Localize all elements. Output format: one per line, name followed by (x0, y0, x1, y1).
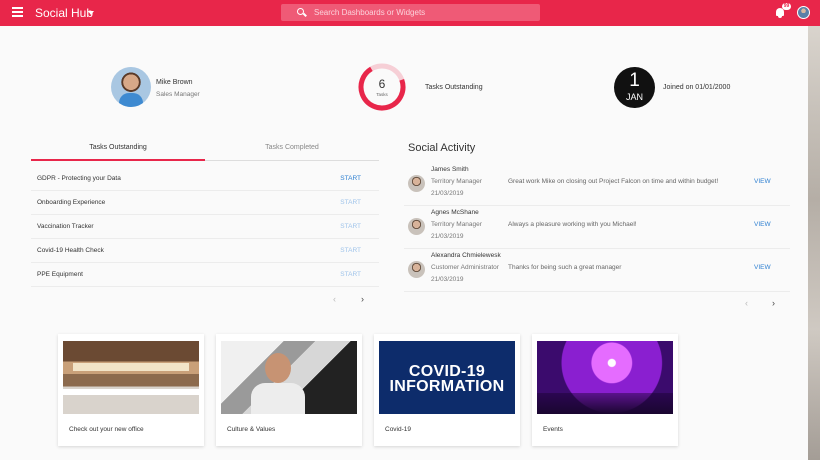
task-row: Vaccination Tracker START (31, 215, 379, 239)
tasks-outstanding-caption: Tasks Outstanding (425, 84, 483, 91)
activity-date: 21/03/2019 (431, 276, 464, 283)
activity-role: Territory Manager (431, 178, 482, 185)
activity-role: Customer Administrator (431, 264, 499, 271)
join-day: 1 (629, 70, 640, 91)
search-input[interactable] (314, 5, 534, 20)
activity-view-button[interactable]: VIEW (754, 221, 771, 228)
profile-avatar (111, 67, 151, 107)
activity-item: Alexandra Chmielewesk Customer Administr… (404, 249, 790, 292)
activity-date: 21/03/2019 (431, 190, 464, 197)
card-label: Culture & Values (227, 426, 276, 433)
card-new-office[interactable]: Check out your new office (58, 334, 204, 446)
hamburger-menu-icon[interactable] (12, 7, 23, 18)
profile-role: Sales Manager (156, 91, 200, 98)
task-start-button[interactable]: START (340, 223, 361, 230)
activity-date: 21/03/2019 (431, 233, 464, 240)
card-label: Check out your new office (69, 426, 144, 433)
card-label: Events (543, 426, 563, 433)
activity-item: Agnes McShane Territory Manager 21/03/20… (404, 206, 790, 249)
user-avatar[interactable] (797, 6, 810, 19)
task-name: PPE Equipment (37, 271, 83, 278)
activity-name: James Smith (431, 166, 469, 173)
activity-view-button[interactable]: VIEW (754, 264, 771, 271)
activity-role: Territory Manager (431, 221, 482, 228)
tab-tasks-outstanding[interactable]: Tasks Outstanding (31, 141, 205, 161)
search-bar[interactable] (281, 4, 540, 21)
activity-message: Great work Mike on closing out Project F… (508, 178, 719, 185)
task-row: GDPR - Protecting your Data START (31, 167, 379, 191)
joined-text: Joined on 01/01/2000 (663, 84, 731, 91)
top-app-bar: Social Hub 99 (0, 0, 820, 26)
task-name: Onboarding Experience (37, 199, 106, 206)
social-activity-title: Social Activity (408, 142, 476, 154)
activity-avatar (408, 218, 425, 235)
task-start-button[interactable]: START (340, 199, 361, 206)
notification-badge: 99 (782, 3, 791, 10)
office-image (63, 341, 199, 414)
activity-prev-page-icon[interactable]: ‹ (745, 298, 748, 308)
activity-item: James Smith Territory Manager 21/03/2019… (404, 163, 790, 206)
activity-avatar (408, 261, 425, 278)
task-name: Vaccination Tracker (37, 223, 94, 230)
activity-name: Agnes McShane (431, 209, 479, 216)
join-month: JAN (625, 92, 643, 102)
task-row: Onboarding Experience START (31, 191, 379, 215)
activity-avatar (408, 175, 425, 192)
search-icon (297, 8, 304, 15)
task-row: PPE Equipment START (31, 263, 379, 287)
card-culture-values[interactable]: Culture & Values (216, 334, 362, 446)
tab-tasks-completed[interactable]: Tasks Completed (205, 141, 379, 161)
activity-message: Always a pleasure working with you Micha… (508, 221, 637, 228)
card-events[interactable]: Events (532, 334, 678, 446)
task-start-button[interactable]: START (340, 175, 361, 182)
background-edge (808, 26, 820, 460)
tasks-prev-page-icon[interactable]: ‹ (333, 294, 336, 304)
task-start-button[interactable]: START (340, 271, 361, 278)
tasks-next-page-icon[interactable]: › (361, 294, 364, 304)
profile-name: Mike Brown (156, 79, 193, 86)
card-covid-19[interactable]: COVID-19 INFORMATION Covid-19 (374, 334, 520, 446)
tasks-count: 6 (378, 77, 386, 91)
app-title[interactable]: Social Hub (35, 6, 93, 20)
task-row: Covid-19 Health Check START (31, 239, 379, 263)
activity-view-button[interactable]: VIEW (754, 178, 771, 185)
activity-name: Alexandra Chmielewesk (431, 252, 501, 259)
activity-message: Thanks for being such a great manager (508, 264, 622, 271)
task-start-button[interactable]: START (340, 247, 361, 254)
covid-image: COVID-19 INFORMATION (379, 341, 515, 414)
card-label: Covid-19 (385, 426, 412, 433)
activity-next-page-icon[interactable]: › (772, 298, 775, 308)
events-image (537, 341, 673, 414)
covid-image-text: COVID-19 INFORMATION (389, 363, 505, 395)
tasks-ring-label: Tasks (376, 92, 388, 97)
task-name: Covid-19 Health Check (37, 247, 104, 254)
culture-image (221, 341, 357, 414)
caret-down-icon[interactable] (88, 11, 94, 15)
task-name: GDPR - Protecting your Data (37, 175, 121, 182)
